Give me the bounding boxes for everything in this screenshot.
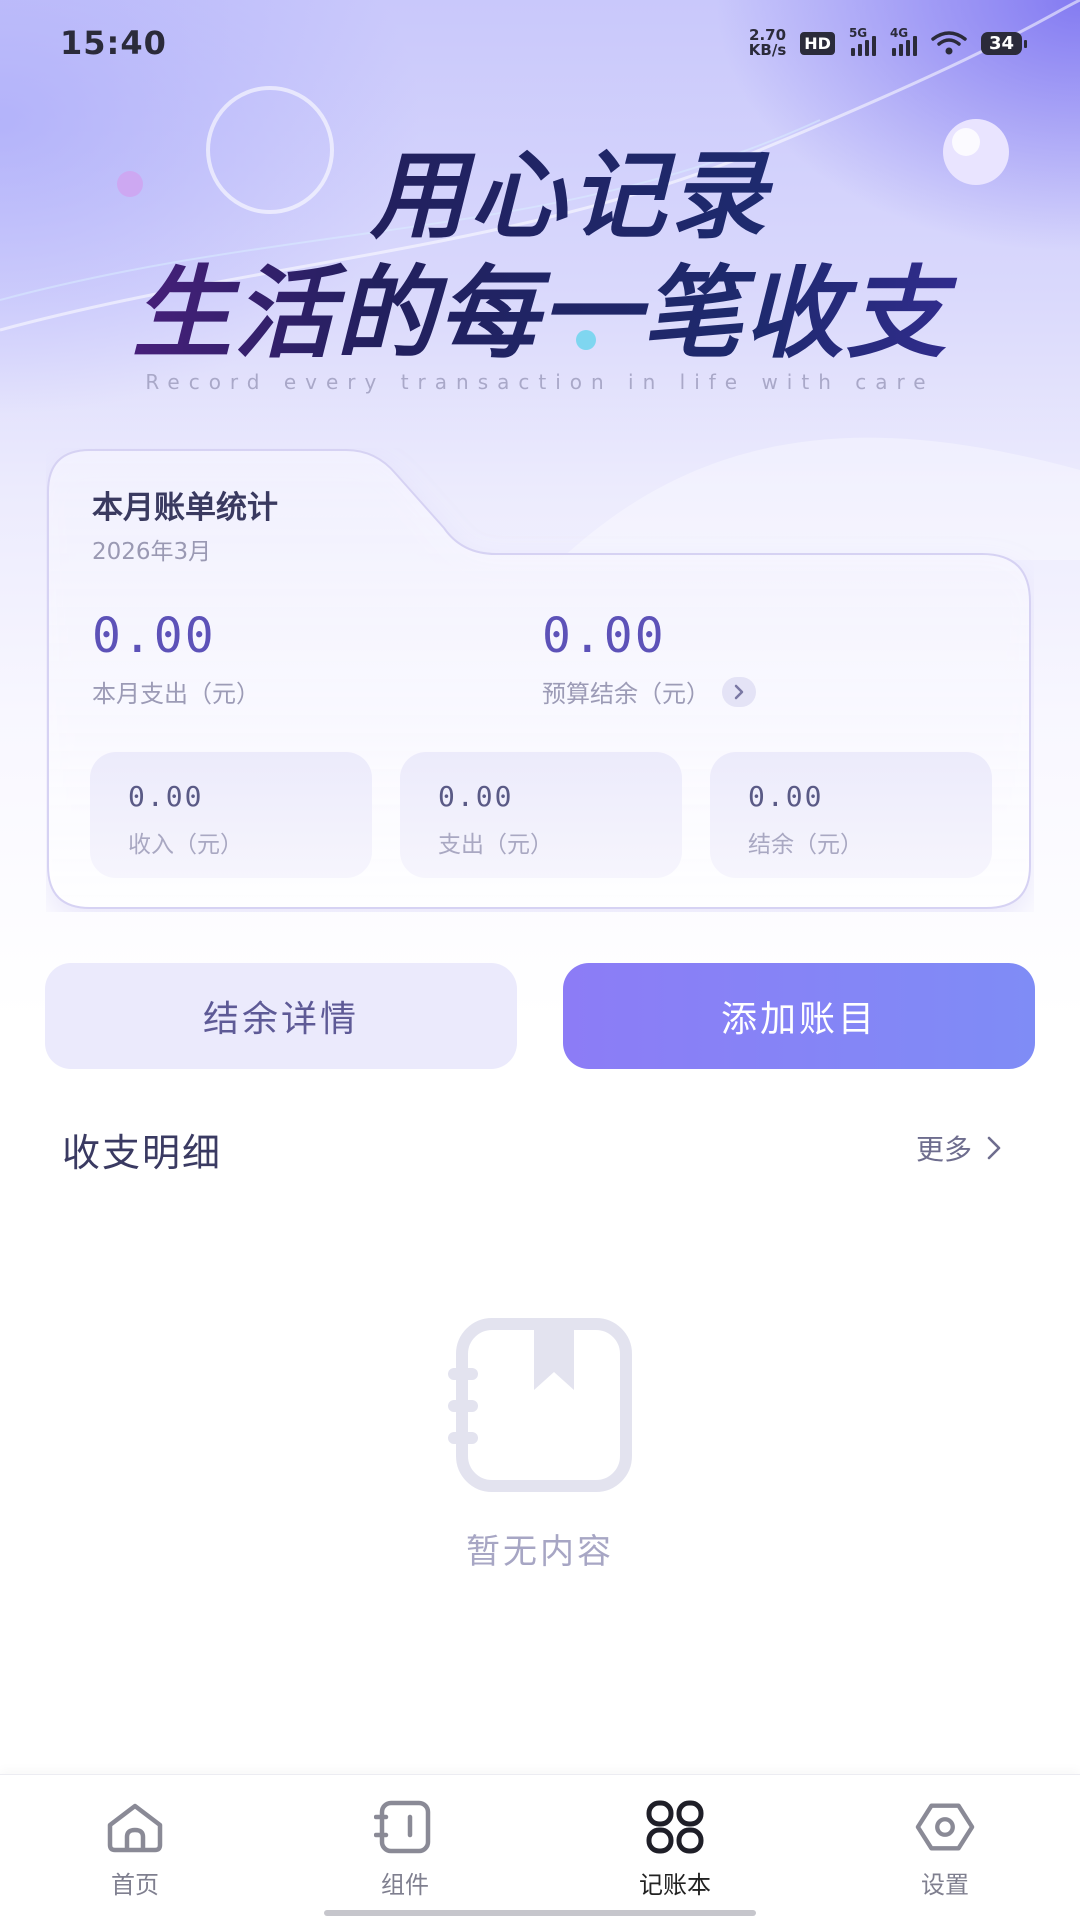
status-icons: 2.70 KB/s HD 5G 4G 34: [749, 26, 1028, 58]
ledger-grid-icon: [644, 1799, 706, 1855]
expense-label: 支出（元）: [438, 832, 553, 858]
expense-stat: 0.00 支出（元）: [400, 752, 682, 878]
add-entry-button[interactable]: 添加账目: [563, 963, 1035, 1069]
more-label: 更多: [915, 1133, 972, 1166]
stats-card-date: 2026年3月: [92, 539, 212, 565]
budget-balance-stat[interactable]: 0.00 预算结余（元）: [542, 608, 756, 709]
nav-item-ledger[interactable]: 记账本: [540, 1775, 810, 1920]
income-stat: 0.00 收入（元）: [90, 752, 372, 878]
monthly-stats-card: 本月账单统计 2026年3月 0.00 本月支出（元） 0.00 预算结余（元）…: [46, 448, 1034, 912]
wifi-icon: [931, 31, 967, 55]
monthly-expense-value: 0.00: [92, 608, 216, 664]
income-value: 0.00: [128, 780, 204, 813]
nav-item-settings[interactable]: 设置: [810, 1775, 1080, 1920]
home-icon: [104, 1799, 166, 1855]
balance-stat: 0.00 结余（元）: [710, 752, 992, 878]
nav-label-home: 首页: [111, 1871, 159, 1899]
empty-state-text: 暂无内容: [466, 1532, 614, 1572]
status-time: 15:40: [60, 24, 167, 62]
budget-balance-value: 0.00: [542, 608, 666, 664]
more-link[interactable]: 更多: [916, 1128, 1002, 1168]
battery-icon: 34: [980, 31, 1028, 55]
chevron-right-icon: [987, 1136, 1001, 1160]
bottom-nav: 首页 组件 记账本 设置: [0, 1774, 1080, 1920]
nav-label-settings: 设置: [921, 1871, 969, 1899]
signal-4g-icon: 4G: [890, 26, 917, 56]
hero-subtitle: Record every transaction in life with ca…: [145, 370, 935, 394]
nav-item-home[interactable]: 首页: [0, 1775, 270, 1920]
nav-item-widgets[interactable]: 组件: [270, 1775, 540, 1920]
balance-label: 结余（元）: [748, 832, 863, 858]
expense-value: 0.00: [438, 780, 514, 813]
hero-title-line2: 生活的每一笔收支: [0, 232, 1080, 377]
network-speed-unit: KB/s: [748, 41, 787, 59]
signal-5g-label: 5G: [848, 26, 868, 40]
empty-notebook-icon: [448, 1318, 632, 1492]
chevron-right-icon[interactable]: [722, 676, 756, 707]
balance-value: 0.00: [748, 780, 824, 813]
income-label: 收入（元）: [128, 832, 243, 858]
home-indicator: [324, 1910, 756, 1916]
details-section-title: 收支明细: [62, 1131, 223, 1175]
widget-icon: [374, 1799, 436, 1855]
signal-5g-icon: 5G: [849, 26, 876, 56]
monthly-expense-stat: 0.00 本月支出（元）: [92, 608, 260, 709]
budget-balance-label: 预算结余（元）: [542, 680, 710, 708]
hd-icon: HD: [800, 31, 835, 55]
network-speed: 2.70 KB/s: [749, 28, 786, 58]
mini-stats-row: 0.00 收入（元） 0.00 支出（元） 0.00 结余（元）: [90, 752, 992, 878]
stats-card-title: 本月账单统计: [92, 490, 278, 526]
monthly-expense-label: 本月支出（元）: [92, 680, 260, 708]
status-bar: 15:40 2.70 KB/s HD 5G 4G 34: [0, 0, 1080, 86]
signal-4g-label: 4G: [889, 26, 909, 40]
nav-label-widgets: 组件: [381, 1871, 429, 1899]
balance-details-button[interactable]: 结余详情: [45, 963, 517, 1069]
nav-label-ledger: 记账本: [639, 1871, 711, 1899]
settings-icon: [914, 1799, 976, 1855]
